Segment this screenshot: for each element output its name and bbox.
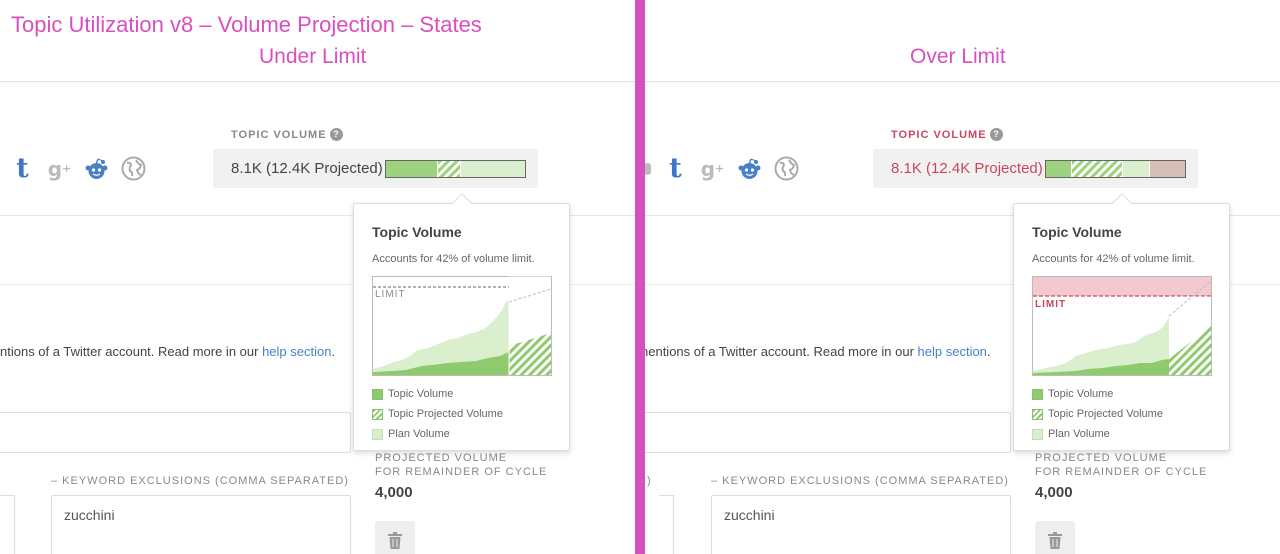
topic-input[interactable]: [0, 412, 351, 453]
keywords-box-stub[interactable]: [659, 495, 674, 554]
legend-swatch-projected: [372, 408, 383, 420]
youtube-icon[interactable]: [645, 156, 651, 181]
tumblr-icon[interactable]: t: [10, 155, 35, 182]
volume-projection-chart: LIMIT: [372, 276, 552, 376]
top-separator: [0, 81, 635, 82]
topic-volume-value: 8.1K (12.4K Projected): [231, 160, 383, 177]
help-text: ntions of a Twitter account. Read more i…: [0, 344, 336, 359]
over-limit-zone: [1033, 277, 1211, 296]
popover-subtitle: Accounts for 42% of volume limit.: [1032, 253, 1195, 265]
bar-segment-projected: [1071, 161, 1123, 177]
volume-usage-bar: [1045, 160, 1186, 178]
under-limit-panel: t g + TOPIC VOLUME? 8.1K (12.4K Projected…: [0, 0, 635, 554]
help-section-link[interactable]: help section: [918, 344, 987, 359]
legend-item: Plan Volume: [1032, 424, 1163, 444]
legend-swatch-projected: [1032, 408, 1043, 420]
globe-icon[interactable]: [121, 156, 146, 181]
delete-button[interactable]: [375, 521, 415, 554]
stub-label: ): [647, 475, 652, 487]
bar-segment-projected: [437, 161, 460, 177]
bar-segment-plan: [1122, 161, 1149, 177]
legend-item: Topic Volume: [1032, 384, 1163, 404]
projected-volume-label: PROJECTED VOLUME FOR REMAINDER OF CYCLE: [375, 452, 548, 478]
reddit-icon[interactable]: [84, 156, 109, 181]
globe-icon[interactable]: [774, 156, 799, 181]
projected-volume-label: PROJECTED VOLUME FOR REMAINDER OF CYCLE: [1035, 452, 1208, 478]
keyword-exclusions-value: zucchini: [64, 507, 115, 523]
keywords-box-stub[interactable]: [0, 495, 15, 554]
topic-volume-value: 8.1K (12.4K Projected): [891, 160, 1043, 177]
topic-volume-label: TOPIC VOLUME?: [891, 128, 1003, 141]
keyword-exclusions-field[interactable]: zucchini: [51, 495, 351, 554]
topic-volume-label: TOPIC VOLUME?: [231, 128, 343, 141]
google-plus-icon[interactable]: g +: [47, 156, 72, 181]
bar-segment-volume: [386, 161, 438, 177]
help-icon[interactable]: ?: [989, 128, 1003, 141]
limit-label: LIMIT: [1035, 299, 1066, 310]
chart-legend: Topic Volume Topic Projected Volume Plan…: [1032, 384, 1163, 444]
keyword-exclusions-label: – KEYWORD EXCLUSIONS (COMMA SEPARATED): [51, 475, 349, 487]
keyword-exclusions-value: zucchini: [724, 507, 775, 523]
help-icon[interactable]: ?: [329, 128, 343, 141]
state-divider: [635, 0, 645, 554]
legend-swatch-plan: [1032, 428, 1043, 440]
keyword-exclusions-field[interactable]: zucchini: [711, 495, 1011, 554]
topic-volume-box[interactable]: 8.1K (12.4K Projected): [873, 149, 1198, 188]
google-plus-icon[interactable]: g +: [700, 156, 725, 181]
projected-volume-value: 4,000: [1035, 484, 1073, 501]
topic-volume-popover: Topic Volume Accounts for 42% of volume …: [353, 203, 570, 451]
topic-input[interactable]: [645, 412, 1011, 453]
legend-swatch-volume: [1032, 388, 1043, 400]
reddit-icon[interactable]: [737, 156, 762, 181]
chart-legend: Topic Volume Topic Projected Volume Plan…: [372, 384, 503, 444]
topic-volume-box[interactable]: 8.1K (12.4K Projected): [213, 149, 538, 188]
bar-segment-plan: [459, 161, 525, 177]
limit-label: LIMIT: [375, 289, 406, 300]
social-sources: t g +: [645, 155, 799, 182]
popover-subtitle: Accounts for 42% of volume limit.: [372, 253, 535, 265]
trash-icon: [388, 532, 402, 549]
help-section-link[interactable]: help section: [262, 344, 331, 359]
help-text: nentions of a Twitter account. Read more…: [645, 344, 991, 359]
volume-usage-bar: [385, 160, 526, 178]
trash-icon: [1048, 532, 1062, 549]
over-limit-panel: t g + TOPIC VOLUME? 8.1K (12.4K Projected…: [645, 0, 1280, 554]
volume-projection-chart: LIMIT: [1032, 276, 1212, 376]
legend-item: Plan Volume: [372, 424, 503, 444]
popover-title: Topic Volume: [1032, 224, 1122, 240]
bar-segment-over-limit: [1148, 161, 1185, 177]
delete-button[interactable]: [1035, 521, 1075, 554]
legend-swatch-volume: [372, 388, 383, 400]
bar-segment-volume: [1046, 161, 1072, 177]
social-sources: t g +: [10, 155, 146, 182]
legend-item: Topic Volume: [372, 384, 503, 404]
popover-title: Topic Volume: [372, 224, 462, 240]
projected-volume-value: 4,000: [375, 484, 413, 501]
tumblr-icon[interactable]: t: [663, 155, 688, 182]
topic-volume-popover: Topic Volume Accounts for 42% of volume …: [1013, 203, 1230, 451]
legend-item: Topic Projected Volume: [1032, 404, 1163, 424]
legend-item: Topic Projected Volume: [372, 404, 503, 424]
legend-swatch-plan: [372, 428, 383, 440]
top-separator: [645, 81, 1280, 82]
keyword-exclusions-label: – KEYWORD EXCLUSIONS (COMMA SEPARATED): [711, 475, 1009, 487]
